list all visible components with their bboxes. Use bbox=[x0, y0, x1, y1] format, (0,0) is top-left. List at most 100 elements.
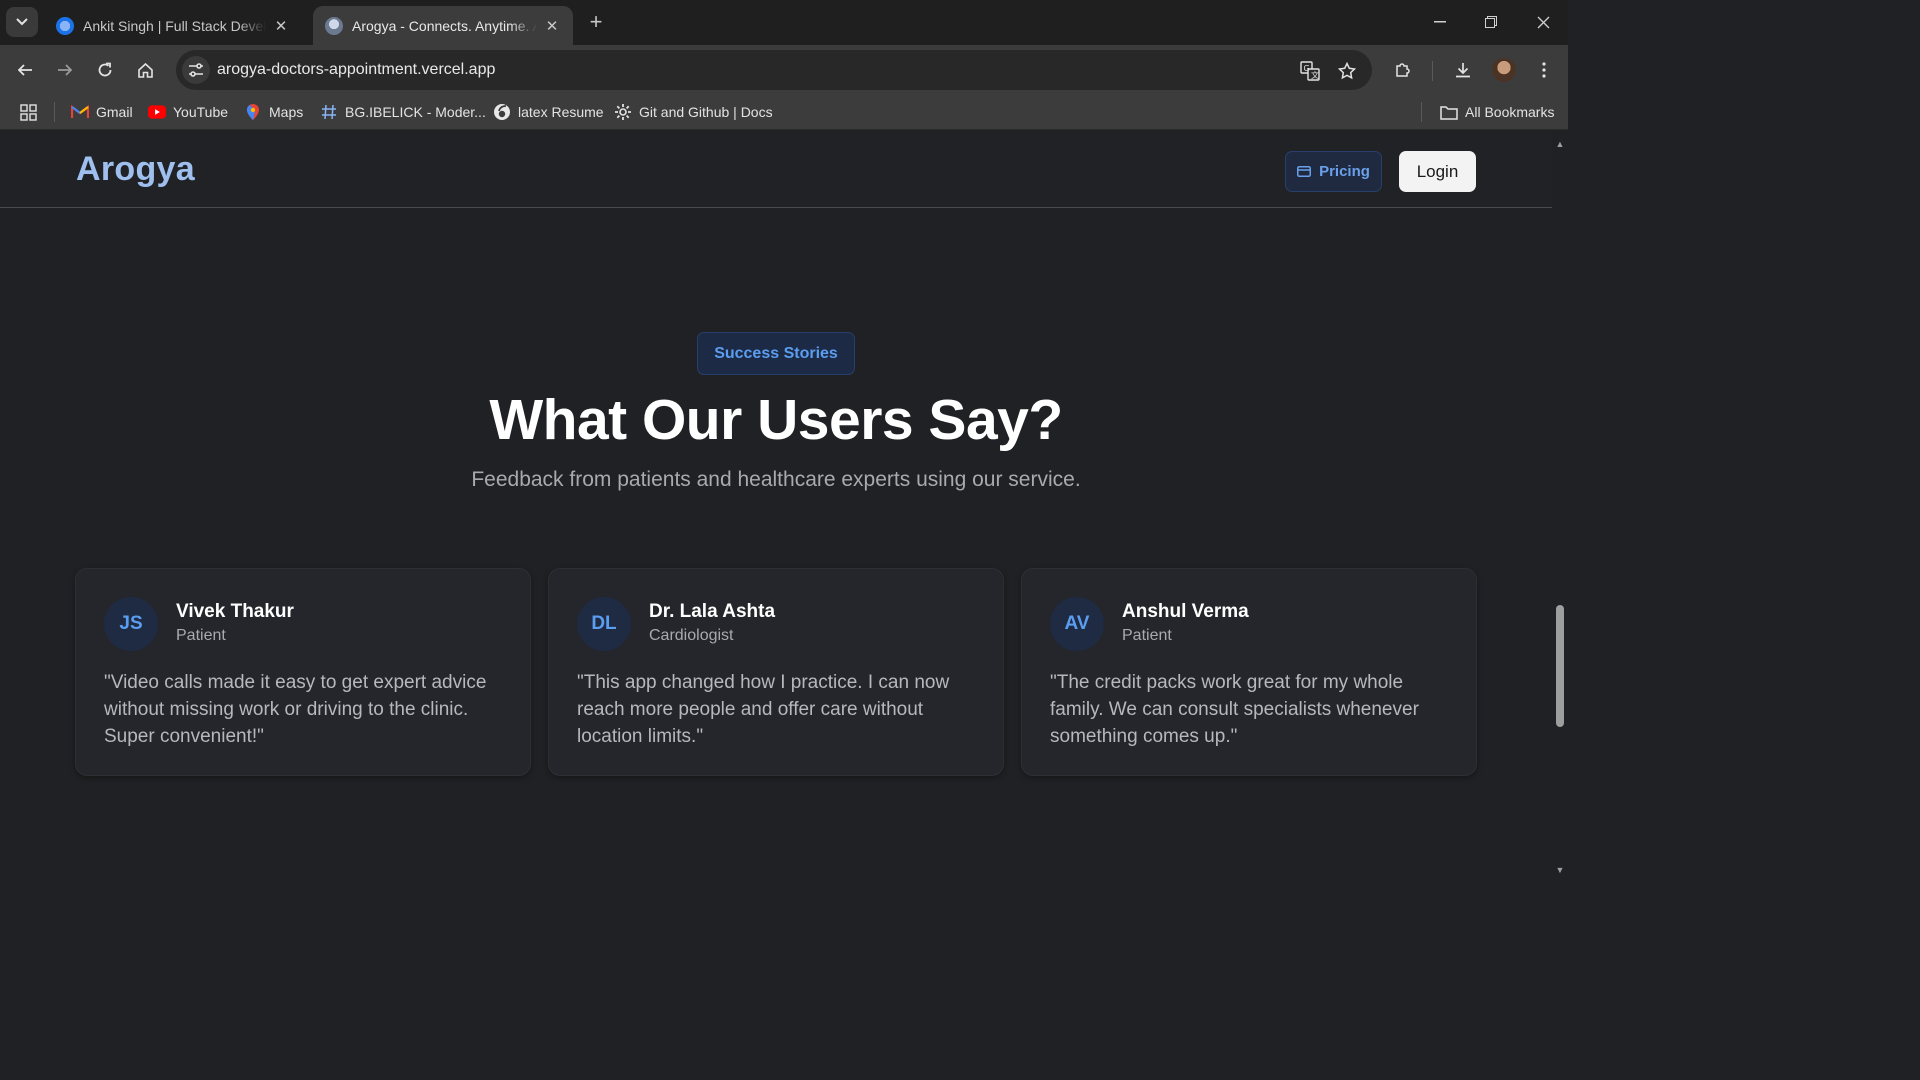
tune-icon bbox=[189, 63, 203, 77]
all-bookmarks-button[interactable]: All Bookmarks bbox=[1440, 102, 1554, 122]
bookmark-label: latex Resume bbox=[518, 104, 604, 120]
testimonial-name: Anshul Verma bbox=[1122, 601, 1249, 622]
arrow-right-icon bbox=[58, 64, 73, 76]
section-subheading: Feedback from patients and healthcare ex… bbox=[471, 468, 1081, 491]
bookmarks-divider bbox=[54, 102, 55, 122]
testimonial-role: Patient bbox=[176, 627, 226, 644]
testimonial-card: JS Vivek Thakur Patient "Video calls mad… bbox=[75, 568, 531, 776]
folder-icon bbox=[1440, 103, 1458, 121]
web-page: Arogya Pricing Login Success Stories Wha… bbox=[0, 131, 1552, 882]
bookmark-label: Gmail bbox=[96, 104, 133, 120]
restore-button[interactable] bbox=[1476, 8, 1506, 36]
testimonial-name: Dr. Lala Ashta bbox=[649, 601, 776, 622]
downloads-button[interactable] bbox=[1450, 57, 1476, 83]
extensions-button[interactable] bbox=[1390, 57, 1416, 83]
toolbar-divider bbox=[1432, 61, 1433, 81]
arrow-left-icon bbox=[17, 64, 32, 76]
address-bar[interactable]: arogya-doctors-appointment.vercel.app G文 bbox=[176, 50, 1372, 90]
star-icon bbox=[1338, 62, 1356, 80]
tab-search-button[interactable] bbox=[6, 7, 38, 37]
translate-button[interactable]: G文 bbox=[1298, 59, 1322, 83]
testimonial-card: DL Dr. Lala Ashta Cardiologist "This app… bbox=[548, 568, 1004, 776]
testimonial-role: Patient bbox=[1122, 627, 1172, 644]
testimonial-role: Cardiologist bbox=[649, 627, 734, 644]
scroll-up-icon[interactable]: ▲ bbox=[1555, 139, 1565, 149]
kebab-menu-icon bbox=[1542, 62, 1546, 78]
credit-card-icon bbox=[1297, 166, 1312, 177]
arogya-favicon-icon bbox=[325, 16, 343, 35]
minimize-button[interactable] bbox=[1425, 8, 1455, 36]
scroll-down-icon[interactable]: ▼ bbox=[1555, 865, 1565, 875]
success-stories-badge: Success Stories bbox=[697, 332, 855, 375]
bookmark-label: BG.IBELICK - Moder... bbox=[345, 104, 486, 120]
tab-ankit-singh[interactable]: Ankit Singh | Full Stack Developer ✕ bbox=[44, 6, 302, 45]
bookmarks-divider bbox=[1421, 102, 1422, 122]
profile-avatar[interactable] bbox=[1492, 58, 1516, 82]
chevron-down-icon bbox=[16, 18, 28, 26]
restore-icon bbox=[1485, 16, 1497, 28]
url-text: arogya-doctors-appointment.vercel.app bbox=[217, 61, 496, 78]
new-tab-button[interactable]: + bbox=[584, 9, 608, 34]
minimize-icon bbox=[1434, 21, 1446, 23]
testimonial-quote: "Video calls made it easy to get expert … bbox=[104, 672, 487, 747]
tab-arogya[interactable]: Arogya - Connects. Anytime. Anywhere. ✕ bbox=[313, 6, 573, 45]
pricing-label: Pricing bbox=[1319, 163, 1370, 180]
overleaf-icon bbox=[493, 103, 511, 121]
reload-icon bbox=[98, 62, 112, 77]
login-button[interactable]: Login bbox=[1399, 151, 1476, 192]
close-icon[interactable]: ✕ bbox=[272, 17, 290, 35]
close-window-button[interactable] bbox=[1528, 8, 1558, 36]
reload-button[interactable] bbox=[91, 56, 119, 84]
puzzle-icon bbox=[1396, 63, 1410, 77]
youtube-icon bbox=[148, 103, 166, 121]
bookmark-bg-ibelick[interactable]: BG.IBELICK - Moder... bbox=[320, 102, 486, 122]
avatar: DL bbox=[577, 597, 631, 651]
avatar: AV bbox=[1050, 597, 1104, 651]
download-icon bbox=[1456, 63, 1470, 78]
bookmarks-bar: Gmail YouTube Maps BG.IBELICK - Moder...… bbox=[0, 94, 1568, 130]
site-header: Arogya Pricing Login bbox=[0, 131, 1552, 208]
portfolio-favicon-icon bbox=[56, 16, 74, 35]
forward-button[interactable] bbox=[51, 56, 79, 84]
scrollbar-thumb[interactable] bbox=[1556, 605, 1564, 727]
bookmark-gmail[interactable]: Gmail bbox=[71, 102, 133, 122]
bookmark-latex-resume[interactable]: latex Resume bbox=[493, 102, 604, 122]
bookmark-git-github-docs[interactable]: Git and Github | Docs bbox=[614, 102, 773, 122]
svg-text:文: 文 bbox=[1311, 70, 1319, 80]
bookmark-maps[interactable]: Maps bbox=[244, 102, 303, 122]
close-icon[interactable]: ✕ bbox=[543, 17, 561, 35]
tab-title: Ankit Singh | Full Stack Developer bbox=[83, 17, 266, 34]
gmail-icon bbox=[71, 103, 89, 121]
svg-text:G: G bbox=[1304, 64, 1310, 73]
maps-icon bbox=[244, 103, 262, 121]
bookmark-star-button[interactable] bbox=[1335, 59, 1359, 83]
translate-icon: G文 bbox=[1300, 61, 1320, 81]
all-bookmarks-label: All Bookmarks bbox=[1465, 104, 1555, 120]
testimonial-card: AV Anshul Verma Patient "The credit pack… bbox=[1021, 568, 1477, 776]
page-scrollbar[interactable]: ▲ ▼ bbox=[1552, 131, 1568, 882]
home-icon bbox=[137, 62, 153, 78]
testimonial-quote: "This app changed how I practice. I can … bbox=[577, 672, 950, 747]
testimonial-quote: "The credit packs work great for my whol… bbox=[1050, 672, 1419, 747]
pricing-button[interactable]: Pricing bbox=[1285, 151, 1382, 192]
site-logo[interactable]: Arogya bbox=[76, 150, 195, 189]
avatar: JS bbox=[104, 597, 158, 651]
close-icon bbox=[1537, 16, 1549, 28]
browser-toolbar: arogya-doctors-appointment.vercel.app G文 bbox=[0, 45, 1568, 94]
tab-strip: Ankit Singh | Full Stack Developer ✕ Aro… bbox=[0, 0, 1568, 45]
section-heading: What Our Users Say? bbox=[489, 388, 1063, 452]
bookmark-youtube[interactable]: YouTube bbox=[148, 102, 228, 122]
bookmark-label: Git and Github | Docs bbox=[639, 104, 773, 120]
apps-grid-icon bbox=[20, 103, 37, 121]
gear-icon bbox=[614, 103, 632, 121]
back-button[interactable] bbox=[11, 56, 39, 84]
tab-title: Arogya - Connects. Anytime. Anywhere. bbox=[352, 17, 537, 34]
home-button[interactable] bbox=[131, 56, 159, 84]
hash-icon bbox=[320, 103, 338, 121]
apps-button[interactable] bbox=[20, 102, 37, 122]
bookmark-label: YouTube bbox=[173, 104, 229, 120]
bookmark-label: Maps bbox=[269, 104, 304, 120]
testimonial-name: Vivek Thakur bbox=[176, 601, 294, 622]
browser-menu-button[interactable] bbox=[1531, 57, 1557, 83]
site-info-button[interactable] bbox=[182, 56, 210, 84]
